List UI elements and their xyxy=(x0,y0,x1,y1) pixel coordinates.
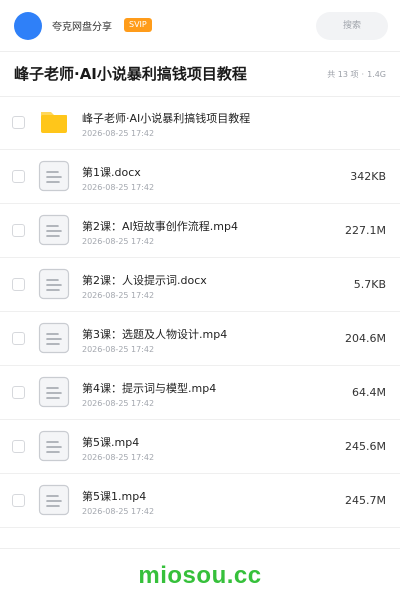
file-size: 245.7M xyxy=(345,494,386,507)
watermark-logo: miosou.cc xyxy=(138,562,262,589)
file-name[interactable]: 第1课.docx xyxy=(82,164,141,180)
file-date: 2026-08-25 17:42 xyxy=(82,507,155,516)
page-title: 峰子老师·AI小说暴利搞钱项目教程 xyxy=(14,65,247,83)
file-date: 2026-08-25 17:42 xyxy=(82,237,155,246)
file-name[interactable]: 第4课：提示词与模型.mp4 xyxy=(82,380,216,396)
document-icon xyxy=(38,214,70,246)
file-row[interactable]: 第2课：人设提示词.docx 2026-08-25 17:42 5.7KB xyxy=(0,258,400,312)
select-checkbox[interactable] xyxy=(12,116,25,129)
search-input[interactable]: 搜索 xyxy=(316,12,388,40)
total-size: 1.4G xyxy=(367,70,386,79)
file-row[interactable]: 第5课.mp4 2026-08-25 17:42 245.6M xyxy=(0,420,400,474)
file-size: 342KB xyxy=(350,170,386,183)
file-row[interactable]: 第5课1.mp4 2026-08-25 17:42 245.7M xyxy=(0,474,400,528)
file-row[interactable]: 第1课.docx 2026-08-25 17:42 342KB xyxy=(0,150,400,204)
select-checkbox[interactable] xyxy=(12,440,25,453)
avatar[interactable] xyxy=(14,12,42,40)
top-bar: 夸克网盘分享 SVIP 搜索 xyxy=(0,0,400,52)
file-size: 64.4M xyxy=(352,386,386,399)
file-name[interactable]: 第2课：人设提示词.docx xyxy=(82,272,207,288)
folder-icon xyxy=(38,106,70,138)
document-icon xyxy=(38,430,70,462)
file-name[interactable]: 第2课：AI短故事创作流程.mp4 xyxy=(82,218,238,234)
document-icon xyxy=(38,322,70,354)
select-checkbox[interactable] xyxy=(12,494,25,507)
file-row[interactable]: 第3课：选题及人物设计.mp4 2026-08-25 17:42 204.6M xyxy=(0,312,400,366)
select-checkbox[interactable] xyxy=(12,170,25,183)
file-size: 5.7KB xyxy=(353,278,386,291)
file-date: 2026-08-25 17:42 xyxy=(82,345,155,354)
item-count: 共 13 项 xyxy=(327,70,359,79)
document-icon xyxy=(38,160,70,192)
document-icon xyxy=(38,376,70,408)
file-size: 245.6M xyxy=(345,440,386,453)
file-date: 2026-08-25 17:42 xyxy=(82,399,155,408)
folder-row[interactable]: 峰子老师·AI小说暴利搞钱项目教程 2026-08-25 17:42 xyxy=(0,96,400,150)
document-icon xyxy=(38,484,70,516)
file-row[interactable]: 第2课：AI短故事创作流程.mp4 2026-08-25 17:42 227.1M xyxy=(0,204,400,258)
file-list: 峰子老师·AI小说暴利搞钱项目教程 2026-08-25 17:42 第1课.doc… xyxy=(0,96,400,528)
app-name: 夸克网盘分享 xyxy=(52,22,112,33)
file-date: 2026-08-25 17:42 xyxy=(82,183,155,192)
file-size: 227.1M xyxy=(345,224,386,237)
select-checkbox[interactable] xyxy=(12,224,25,237)
file-size: 204.6M xyxy=(345,332,386,345)
meta-separator: · xyxy=(361,70,365,79)
file-date: 2026-08-25 17:42 xyxy=(82,291,155,300)
file-row[interactable]: 第4课：提示词与模型.mp4 2026-08-25 17:42 64.4M xyxy=(0,366,400,420)
divider xyxy=(0,51,400,52)
file-name[interactable]: 第3课：选题及人物设计.mp4 xyxy=(82,326,227,342)
file-date: 2026-08-25 17:42 xyxy=(82,129,155,138)
document-icon xyxy=(38,268,70,300)
divider xyxy=(0,548,400,549)
file-name[interactable]: 第5课1.mp4 xyxy=(82,488,146,504)
file-name[interactable]: 峰子老师·AI小说暴利搞钱项目教程 xyxy=(82,110,250,126)
svip-badge: SVIP xyxy=(124,18,152,32)
file-date: 2026-08-25 17:42 xyxy=(82,453,155,462)
select-checkbox[interactable] xyxy=(12,332,25,345)
file-name[interactable]: 第5课.mp4 xyxy=(82,434,139,450)
select-checkbox[interactable] xyxy=(12,278,25,291)
select-checkbox[interactable] xyxy=(12,386,25,399)
folder-meta: 共 13 项 · 1.4G xyxy=(327,69,386,80)
